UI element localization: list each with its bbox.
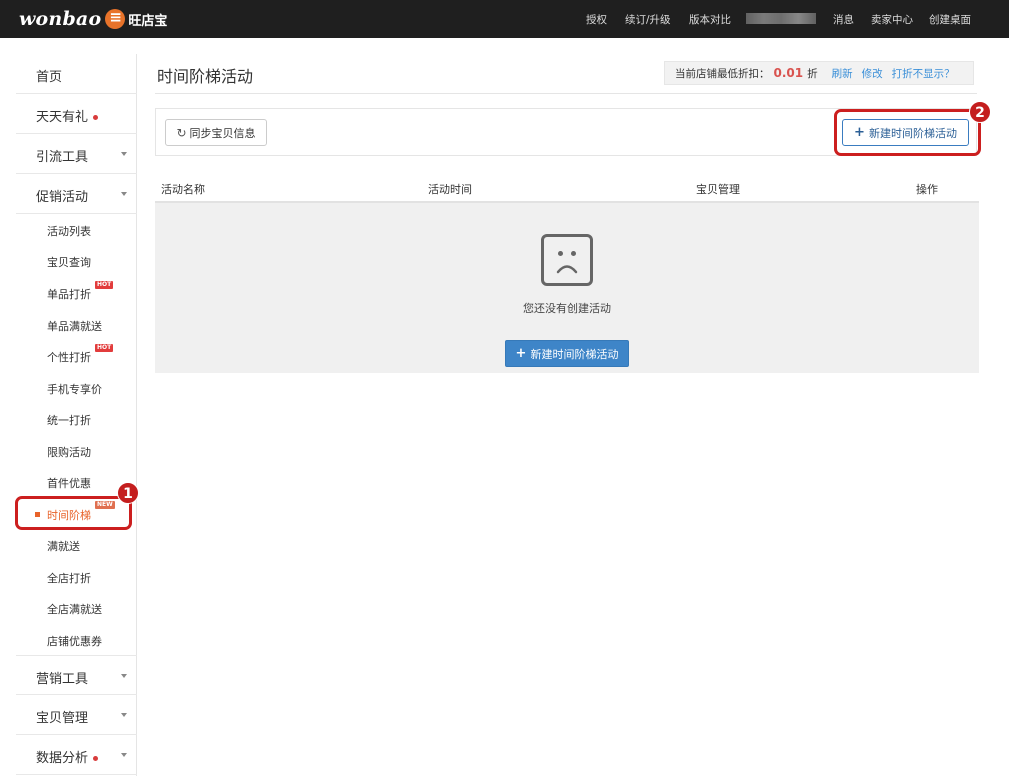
hot-badge: HOT (95, 344, 114, 352)
nav-seller-center-link[interactable]: 卖家中心 (871, 12, 913, 27)
sidebar-sub-mobile-price[interactable]: 手机专享价 (16, 372, 137, 403)
blurred-username[interactable] (746, 13, 816, 24)
caret-down-icon (121, 674, 127, 678)
sidebar-sub-single-discount[interactable]: 单品打折 HOT (16, 277, 137, 308)
sidebar-sub-label: 统一打折 (47, 414, 91, 427)
sidebar-item-traffic-tools[interactable]: 引流工具 (16, 134, 137, 174)
min-discount-unit: 折 (807, 67, 818, 80)
edit-link[interactable]: 修改 (862, 66, 883, 81)
sidebar-sub-label: 限购活动 (47, 446, 91, 459)
highlight-box-2 (834, 109, 981, 156)
sidebar-item-label: 数据分析 (36, 747, 99, 766)
sidebar-sub-label: 宝贝查询 (47, 256, 91, 269)
highlight-box-1 (15, 496, 132, 530)
step-number-badge-2: 2 (969, 101, 991, 123)
sidebar-sub-label: 首件优惠 (47, 477, 91, 490)
sidebar-sub-store-discount[interactable]: 全店打折 (16, 561, 137, 592)
sidebar-sub-label: 全店打折 (47, 572, 91, 585)
sidebar-sub-label: 全店满就送 (47, 603, 102, 616)
refresh-icon: ↻ (176, 125, 187, 140)
caret-down-icon (121, 713, 127, 717)
sidebar-item-data-analysis[interactable]: 数据分析 (16, 735, 137, 775)
sidebar-sub-personal-discount[interactable]: 个性打折 HOT (16, 340, 137, 371)
column-header-items: 宝贝管理 (696, 183, 740, 196)
new-dot-icon (93, 115, 99, 120)
refresh-link[interactable]: 刷新 (832, 66, 853, 81)
empty-new-time-ladder-label: 新建时间阶梯活动 (530, 347, 619, 361)
nav-compare-link[interactable]: 版本对比 (689, 12, 731, 27)
min-discount-value: 0.01 (773, 66, 804, 80)
step-number-badge-1: 1 (117, 482, 139, 504)
top-bar: wonbao 旺店宝 授权 续订/升级 版本对比 消息 卖家中心 创建桌面 (0, 0, 1009, 38)
sidebar-sub-single-full-gift[interactable]: 单品满就送 (16, 309, 137, 340)
sync-items-button[interactable]: ↻ 同步宝贝信息 (165, 119, 267, 146)
brand-logo-icon (105, 8, 126, 29)
sidebar-item-home[interactable]: 首页 (16, 54, 137, 94)
empty-state: 您还没有创建活动 + 新建时间阶梯活动 (155, 203, 979, 373)
nav-renew-link[interactable]: 续订/升级 (625, 12, 671, 27)
column-header-name: 活动名称 (161, 183, 205, 196)
sidebar-item-marketing-tools[interactable]: 营销工具 (16, 655, 137, 695)
column-header-time: 活动时间 (428, 183, 472, 196)
caret-down-icon (121, 192, 127, 196)
sidebar-sub-label: 店铺优惠券 (47, 635, 102, 648)
caret-down-icon (121, 753, 127, 757)
discount-hidden-help-link[interactable]: 打折不显示？ (892, 66, 955, 81)
sidebar-item-daily-gift[interactable]: 天天有礼 (16, 94, 137, 134)
nav-authorize-link[interactable]: 授权 (586, 12, 607, 27)
sidebar-item-label: 首页 (36, 70, 63, 85)
sync-items-label: 同步宝贝信息 (189, 126, 256, 140)
sidebar-sub-item-query[interactable]: 宝贝查询 (16, 245, 137, 276)
brand-name: wonbao (19, 8, 102, 30)
nav-create-desktop-link[interactable]: 创建桌面 (929, 12, 971, 27)
sidebar-item-label: 宝贝管理 (36, 711, 89, 726)
empty-state-message: 您还没有创建活动 (523, 302, 611, 315)
sidebar-sub-activity-list[interactable]: 活动列表 (16, 214, 137, 245)
empty-new-time-ladder-button[interactable]: + 新建时间阶梯活动 (505, 340, 629, 367)
min-discount-label: 当前店铺最低折扣： (675, 67, 770, 80)
sidebar: 首页 天天有礼 引流工具 促销活动 活动列表 宝贝查询 单品打折 HOT 单品满… (16, 54, 137, 776)
min-discount-bar: 当前店铺最低折扣： 0.01 折 刷新 修改 打折不显示？ (664, 61, 974, 85)
page-title: 时间阶梯活动 (157, 67, 254, 86)
nav-messages-link[interactable]: 消息 (833, 12, 854, 27)
sidebar-sub-label: 手机专享价 (47, 383, 102, 396)
sidebar-item-label: 天天有礼 (36, 106, 99, 125)
sidebar-item-item-management[interactable]: 宝贝管理 (16, 695, 137, 735)
sad-face-icon (541, 234, 593, 286)
sidebar-item-label: 引流工具 (36, 150, 89, 165)
sidebar-sub-label: 单品满就送 (47, 320, 102, 333)
sidebar-item-label: 营销工具 (36, 672, 89, 687)
brand-cn-name: 旺店宝 (128, 13, 168, 29)
caret-down-icon (121, 152, 127, 156)
sidebar-sub-label: 单品打折 (47, 288, 91, 301)
sidebar-sub-store-full-gift[interactable]: 全店满就送 (16, 592, 137, 623)
brand-logo[interactable]: wonbao 旺店宝 (19, 7, 167, 31)
sidebar-item-label: 促销活动 (36, 190, 89, 205)
new-dot-icon (93, 756, 99, 761)
plus-icon: + (515, 346, 527, 361)
hot-badge: HOT (95, 281, 114, 289)
sidebar-item-promotions[interactable]: 促销活动 (16, 174, 137, 214)
title-divider (155, 93, 977, 94)
sidebar-sub-label: 满就送 (47, 540, 80, 553)
column-header-actions: 操作 (916, 183, 938, 196)
sidebar-sub-store-coupon[interactable]: 店铺优惠券 (16, 624, 137, 655)
sidebar-sub-full-gift[interactable]: 满就送 (16, 529, 137, 560)
sidebar-sub-label: 个性打折 (47, 351, 91, 364)
sidebar-sub-unified-discount[interactable]: 统一打折 (16, 403, 137, 434)
sidebar-sub-label: 活动列表 (47, 225, 91, 238)
sidebar-sub-purchase-limit[interactable]: 限购活动 (16, 435, 137, 466)
